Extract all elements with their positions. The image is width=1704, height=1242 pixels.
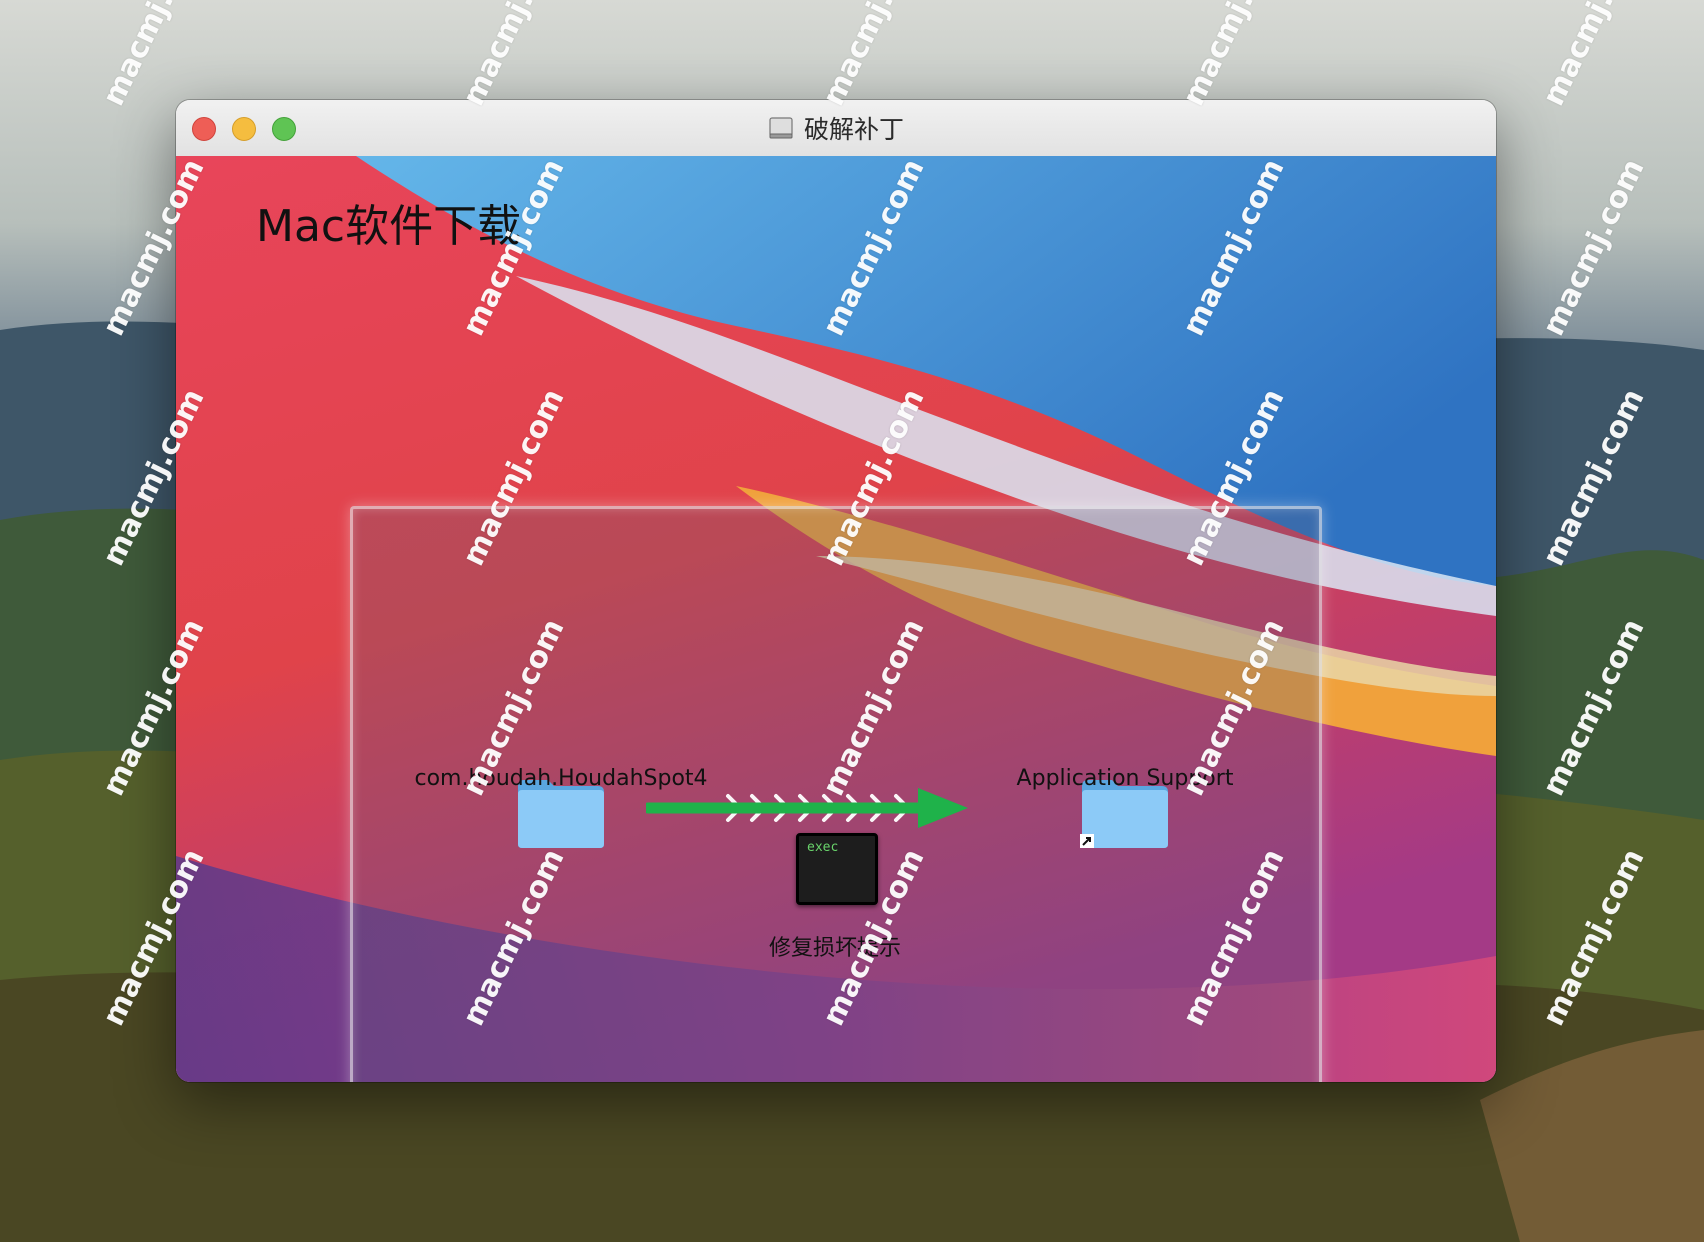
- window-title-group: 破解补丁: [176, 100, 1496, 156]
- exec-icon-text: exec: [807, 840, 839, 855]
- terminal-exec-icon[interactable]: exec: [796, 833, 878, 905]
- disk-icon: [769, 117, 793, 139]
- window-content: Mac软件下载 com.houdah.HoudahSpot4 Applicati…: [176, 156, 1496, 1082]
- arrow-right-icon: [646, 788, 968, 828]
- exec-label[interactable]: 修复损坏提示: [769, 930, 901, 962]
- window-title: 破解补丁: [803, 115, 904, 144]
- installer-window: 破解补丁 Mac软件下载 com.houdah.HoudahSpot4 Appl…: [176, 100, 1496, 1082]
- brand-heading: Mac软件下载: [256, 201, 522, 252]
- title-bar[interactable]: 破解补丁: [176, 100, 1496, 157]
- destination-folder-label[interactable]: Application Support: [1017, 766, 1234, 791]
